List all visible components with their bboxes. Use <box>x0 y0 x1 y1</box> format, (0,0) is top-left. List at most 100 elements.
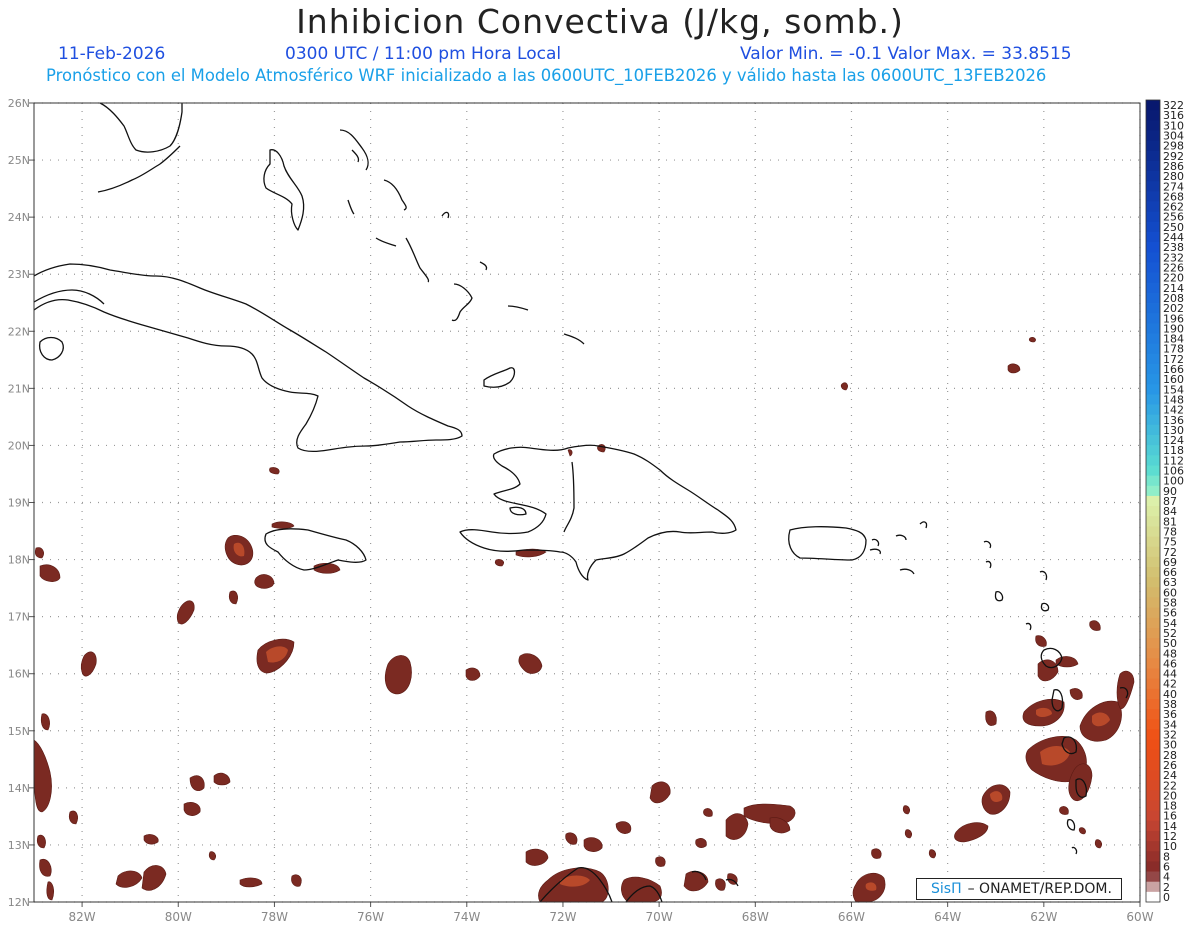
coast-bahamas-1 <box>263 149 305 231</box>
shade-blob <box>313 563 341 574</box>
shade-blob <box>189 775 205 791</box>
shade-blob <box>1007 363 1021 374</box>
coast-cuba-n <box>33 289 105 305</box>
colorbar-swatch <box>1146 363 1160 375</box>
colorbar-swatch <box>1146 841 1160 852</box>
colorbar-swatch <box>1146 110 1160 121</box>
shade-blob <box>36 834 46 849</box>
colorbar-swatch <box>1146 150 1160 162</box>
colorbar-swatch <box>1146 292 1160 304</box>
colorbar-swatch <box>1146 506 1160 517</box>
shade-blob <box>565 832 578 845</box>
coast-gonave <box>509 506 527 516</box>
coast-antigua <box>1040 602 1050 612</box>
colorbar-swatch <box>1146 891 1160 903</box>
shade-blob <box>68 810 78 825</box>
lat-label: 12N <box>8 896 30 909</box>
shade-blob <box>715 878 726 891</box>
colorbar-swatch <box>1146 191 1160 202</box>
colorbar-swatch <box>1146 688 1160 700</box>
lat-label: 17N <box>8 611 30 624</box>
shade-blob <box>725 813 749 840</box>
colorbar-swatch <box>1146 526 1160 537</box>
shade-blob <box>39 858 52 877</box>
colorbar-swatch <box>1146 516 1160 527</box>
colorbar: 3223163103042982922862802742682622562502… <box>1145 99 1184 904</box>
colorbar-swatch <box>1146 465 1160 477</box>
shade-blob <box>615 821 632 834</box>
coast-virgin-2 <box>919 521 928 529</box>
shade-blob <box>271 521 295 529</box>
lon-label: 64W <box>934 910 961 924</box>
colorbar-swatch <box>1146 780 1160 791</box>
sispi-logo: SisΠ <box>931 881 962 897</box>
colorbar-swatch <box>1146 303 1160 314</box>
lon-labels: 82W 80W 78W 76W 74W 72W 70W 68W 66W 64W 62W 60W <box>69 910 1154 924</box>
shade-blob <box>228 590 238 605</box>
colorbar-swatch <box>1146 221 1160 233</box>
lat-label: 20N <box>8 439 30 452</box>
colorbar-swatch <box>1146 566 1160 578</box>
shade-blob <box>583 837 603 852</box>
colorbar-swatch <box>1146 678 1160 690</box>
shade-blob <box>904 829 912 839</box>
lat-label: 21N <box>8 382 30 395</box>
colorbar-swatch <box>1146 282 1160 294</box>
lon-label: 68W <box>742 910 769 924</box>
coast-grenadines <box>1071 846 1078 855</box>
shade-blob <box>683 870 709 892</box>
shade-blob <box>1094 839 1102 849</box>
colorbar-swatch <box>1146 810 1160 822</box>
colorbar-swatch <box>1146 668 1160 680</box>
colorbar-swatch <box>1146 455 1160 466</box>
lon-label: 66W <box>838 910 865 924</box>
lat-label: 24N <box>8 211 30 224</box>
coast-bahamas-9 <box>563 333 585 345</box>
lon-label: 62W <box>1030 910 1057 924</box>
cin-shading <box>33 337 1135 903</box>
lat-label: 18N <box>8 554 30 567</box>
colorbar-swatch <box>1146 495 1160 507</box>
colorbar-swatch <box>1146 201 1160 213</box>
shade-blob <box>141 865 167 891</box>
coast-montserrat <box>1025 622 1032 631</box>
lat-label: 19N <box>8 497 30 510</box>
colorbar-swatch <box>1146 881 1160 893</box>
shade-blob <box>703 808 713 817</box>
colorbar-swatch <box>1146 242 1160 253</box>
colorbar-swatch <box>1146 120 1160 131</box>
shade-blob <box>518 653 543 674</box>
shade-blob <box>954 822 989 843</box>
colorbar-swatch <box>1146 485 1160 497</box>
colorbar-swatch <box>1146 617 1160 629</box>
colorbar-swatch <box>1146 597 1160 608</box>
colorbar-swatch <box>1146 800 1160 812</box>
lon-label: 72W <box>549 910 576 924</box>
colorbar-swatch <box>1146 709 1160 720</box>
coast-bahamas-11 <box>347 199 355 215</box>
shade-blob <box>1028 337 1036 343</box>
shade-blob <box>1059 806 1069 815</box>
colorbar-swatch <box>1146 374 1160 385</box>
shade-blob <box>213 772 231 786</box>
lon-label: 76W <box>357 910 384 924</box>
lat-label: 26N <box>8 97 30 110</box>
coast-puerto-rico <box>788 526 867 561</box>
colorbar-swatch <box>1146 536 1160 548</box>
colorbar-swatch <box>1146 424 1160 436</box>
shade-blob <box>143 834 159 845</box>
colorbar-swatch <box>1146 100 1160 111</box>
colorbar-swatch <box>1146 252 1160 263</box>
colorbar-label: 0 <box>1163 891 1170 904</box>
coast-bahamas-2 <box>339 129 369 171</box>
shade-blob <box>695 838 707 848</box>
shade-blob <box>525 848 549 866</box>
shade-blob <box>385 655 412 695</box>
lat-label: 15N <box>8 725 30 738</box>
shade-blob <box>494 559 504 567</box>
colorbar-swatch <box>1146 160 1160 172</box>
colorbar-swatch <box>1146 171 1160 182</box>
credit-box: SisΠ – ONAMET/REP.DOM. <box>916 878 1122 900</box>
colorbar-swatch <box>1146 475 1160 487</box>
coast-florida <box>99 102 183 153</box>
